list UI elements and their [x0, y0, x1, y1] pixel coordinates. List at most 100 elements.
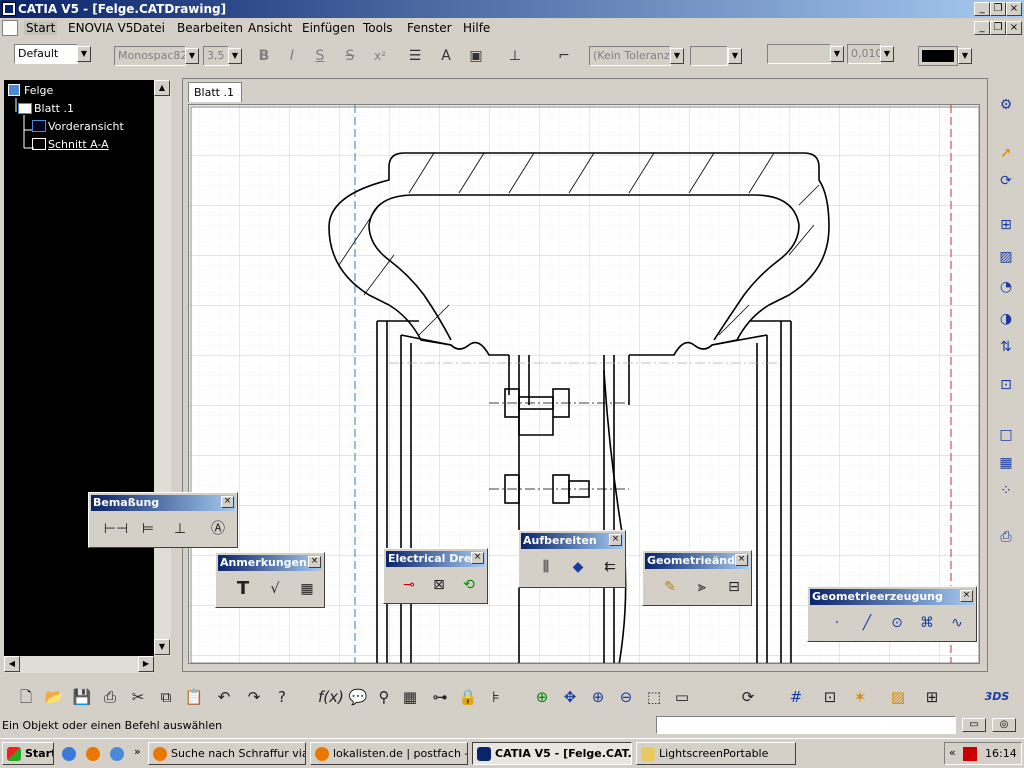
anmerkungen-title[interactable]: Anmerkungen [218, 555, 322, 571]
comment-icon[interactable]: 💬 [346, 686, 370, 708]
formula-icon[interactable]: f(x) [318, 686, 344, 708]
table-grid-icon[interactable]: ▦ [294, 577, 320, 601]
superscript-icon[interactable]: x² [369, 45, 391, 67]
copy-icon[interactable]: ⧉ [154, 686, 178, 708]
quicklaunch-icon[interactable] [110, 747, 124, 761]
tree-root-label[interactable]: Felge [24, 84, 53, 97]
tree-view-front[interactable]: Vorderansicht [48, 120, 124, 133]
dimension-icon[interactable]: ⊢⊣ [103, 517, 129, 541]
zoom-in-icon[interactable]: ⊕ [586, 686, 610, 708]
underline-icon[interactable]: S [309, 45, 331, 67]
menu-ansicht[interactable]: Ansicht [248, 21, 292, 35]
undo-icon[interactable]: ↶ [212, 686, 236, 708]
start-button[interactable]: Start [2, 742, 54, 765]
circle-icon[interactable]: ⊙ [884, 611, 910, 635]
menu-start[interactable]: Start [24, 21, 58, 35]
analysis-display-icon[interactable]: ✶ [848, 686, 872, 708]
tree-vertical-scrollbar[interactable]: ▲ ▼ [154, 80, 171, 656]
frame-icon[interactable]: ▣ [465, 45, 487, 67]
dimension-system-icon[interactable]: ⊞ [920, 686, 944, 708]
bemassung-title[interactable]: Bemaßung [91, 495, 235, 511]
ie-icon[interactable] [62, 747, 76, 761]
geometrieerzeugung-close-icon[interactable]: × [960, 590, 973, 602]
document-icon[interactable] [2, 20, 18, 36]
break-icon[interactable]: ⇅ [994, 336, 1018, 358]
symbol-icon[interactable]: ⌐ [553, 45, 575, 67]
eraser-icon[interactable]: ✎ [657, 575, 683, 599]
profile-icon[interactable]: ⌘ [914, 611, 940, 635]
constraint-icon[interactable]: ⊟ [721, 575, 747, 599]
section-icon[interactable]: ▨ [994, 246, 1018, 268]
fit-all-icon[interactable]: ⊕ [530, 686, 554, 708]
points-icon[interactable]: ⁘ [994, 480, 1018, 502]
view-frame-icon[interactable]: ⊞ [994, 214, 1018, 236]
menu-fenster[interactable]: Fenster [407, 21, 452, 35]
wizard-icon[interactable]: ⊡ [994, 374, 1018, 396]
text-frame-icon[interactable]: Ⓐ [205, 517, 231, 541]
electrical-close-icon[interactable]: × [471, 552, 484, 564]
spline-icon[interactable]: ∿ [944, 611, 970, 635]
detail-icon[interactable]: ◔ [994, 276, 1018, 298]
hatch-icon[interactable]: ◆ [565, 555, 591, 579]
scroll-up-icon[interactable]: ▲ [154, 80, 170, 96]
task-lightscreen[interactable]: LightscreenPortable [636, 742, 796, 765]
quicklaunch-more-icon[interactable]: » [134, 745, 141, 758]
doc-minimize-button[interactable]: _ [974, 21, 990, 35]
tolerance-combo[interactable]: (Kein Toleranzbe [589, 46, 671, 66]
normal-view-icon[interactable]: ▭ [670, 686, 694, 708]
print-area-icon[interactable]: ⎙ [994, 526, 1018, 548]
color-swatch[interactable] [918, 46, 958, 66]
scroll-right-icon[interactable]: ▶ [138, 656, 154, 672]
style-dropdown-icon[interactable]: ▼ [77, 46, 91, 62]
catia-app-icon[interactable] [2, 2, 16, 16]
task-firefox-search[interactable]: Suche nach Schraffur via... [148, 742, 306, 765]
tolerance-value-combo[interactable] [690, 46, 728, 66]
anchor-icon[interactable]: ⊥ [504, 45, 526, 67]
pan-icon[interactable]: ✥ [558, 686, 582, 708]
sheet-icon[interactable] [18, 103, 32, 114]
bemassung-close-icon[interactable]: × [221, 496, 234, 508]
paste-icon[interactable]: 📋 [182, 686, 206, 708]
firefox-icon[interactable] [86, 747, 100, 761]
lock-icon[interactable]: 🔒 [456, 686, 480, 708]
style-combo[interactable]: Default [14, 44, 78, 64]
help-icon[interactable]: ? [270, 686, 294, 708]
harness-icon[interactable]: ⊠ [426, 573, 452, 597]
command-input[interactable] [656, 716, 956, 734]
section-view-icon[interactable] [32, 138, 46, 150]
cut-icon[interactable]: ✂ [126, 686, 150, 708]
new-icon[interactable]: 🗋 [14, 686, 38, 708]
format-combo[interactable] [767, 44, 831, 64]
zoom-area-icon[interactable]: ⬚ [642, 686, 666, 708]
geometrieerzeugung-title[interactable]: Geometrieerzeugung [810, 589, 974, 605]
doc-close-button[interactable]: × [1006, 21, 1022, 35]
bold-icon[interactable]: B [253, 45, 275, 67]
text-icon[interactable]: T [230, 577, 256, 601]
table-icon[interactable]: ▦ [994, 452, 1018, 474]
menu-bearbeiten[interactable]: Bearbeiten [177, 21, 243, 35]
italic-icon[interactable]: I [281, 45, 303, 67]
grid-icon[interactable]: # [784, 686, 808, 708]
geometrieaenderung-close-icon[interactable]: × [735, 554, 748, 566]
scroll-left-icon[interactable]: ◀ [4, 656, 20, 672]
tray-app-icon[interactable] [963, 747, 977, 761]
aufbereiten-close-icon[interactable]: × [609, 534, 622, 546]
grid-table-icon[interactable]: ▦ [398, 686, 422, 708]
minimize-button[interactable]: _ [974, 2, 990, 16]
cut-view-icon[interactable]: ▨ [886, 686, 910, 708]
tray-expand-icon[interactable]: « [949, 746, 956, 759]
frame-icon[interactable]: □ [994, 424, 1018, 446]
tab-sheet-1[interactable]: Blatt .1 [188, 82, 242, 102]
anmerkungen-close-icon[interactable]: × [308, 556, 321, 568]
menu-einfuegen[interactable]: Einfügen [302, 21, 355, 35]
font-dropdown-icon[interactable]: ▼ [185, 48, 199, 64]
geometrieaenderung-title[interactable]: Geometrieänd... [645, 553, 749, 569]
mirror-icon[interactable]: ⫸ [689, 575, 715, 599]
tolerance-icon[interactable]: ⊥ [167, 517, 193, 541]
workbench-icon[interactable]: ⚙ [994, 94, 1018, 116]
point-icon[interactable]: · [824, 611, 850, 635]
knowledge-icon[interactable]: ⚲ [372, 686, 396, 708]
task-catia[interactable]: CATIA V5 - [Felge.CAT... [472, 742, 632, 765]
tolerance-dropdown-icon[interactable]: ▼ [670, 48, 684, 64]
tree-view-section[interactable]: Schnitt A-A [48, 138, 109, 151]
